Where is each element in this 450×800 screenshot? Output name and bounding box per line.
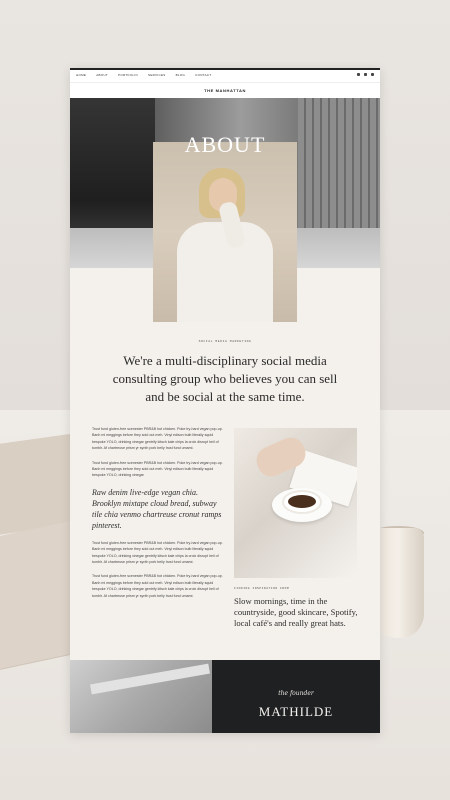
pinterest-icon[interactable]: [364, 73, 367, 76]
coffee-shape: [288, 495, 316, 508]
brand-bar: THE MANHATTAN: [70, 82, 380, 98]
founder-name: MATHILDE: [258, 704, 334, 719]
body-paragraph: Trust fund gluten-free scenester PBR&B h…: [92, 574, 223, 598]
website-mockup: HOME ABOUT PORTFOLIO SERVICES BLOG CONTA…: [70, 68, 380, 733]
body-paragraph: Trust fund gluten-free scenester PBR&B h…: [92, 460, 223, 478]
intro-headline: We're a multi-disciplinary social media …: [112, 353, 338, 404]
top-nav-bar: HOME ABOUT PORTFOLIO SERVICES BLOG CONTA…: [70, 68, 380, 82]
founder-portrait-image: [153, 142, 297, 322]
instagram-icon[interactable]: [371, 73, 374, 76]
inspiration-caption: FINDING INSPIRATION FROM: [234, 587, 290, 590]
inspiration-text: Slow mornings, time in the countryside, …: [234, 596, 358, 628]
facebook-icon[interactable]: [357, 73, 360, 76]
nav-item-portfolio[interactable]: PORTFOLIO: [118, 73, 138, 77]
coffee-lifestyle-image: [234, 428, 357, 578]
body-paragraph: Trust fund gluten-free scenester PBR&B h…: [92, 540, 223, 565]
nav-item-services[interactable]: SERVICES: [148, 73, 166, 77]
pull-quote: Raw denim live-edge vegan chia. Brooklyn…: [92, 487, 222, 530]
founder-panel: the founder MATHILDE: [212, 660, 380, 733]
nav-item-blog[interactable]: BLOG: [176, 73, 186, 77]
page-title: ABOUT: [184, 132, 266, 157]
footer-beam-shape: [90, 663, 210, 695]
hero-building-right: [298, 98, 380, 228]
body-paragraph: Trust fund gluten-free scenester PBR&B h…: [92, 427, 223, 451]
nav-item-contact[interactable]: CONTACT: [195, 73, 211, 77]
footer-architecture-image: [70, 660, 212, 733]
section-kicker: SOCIAL MEDIA MARKETING: [198, 340, 252, 343]
site-logo[interactable]: THE MANHATTAN: [204, 88, 246, 93]
main-nav: HOME ABOUT PORTFOLIO SERVICES BLOG CONTA…: [76, 73, 212, 77]
body-text-column: Trust fund gluten-free scenester PBR&B h…: [92, 426, 224, 607]
founder-script-label: the founder: [278, 690, 314, 697]
social-links: [357, 73, 374, 76]
nav-item-home[interactable]: HOME: [76, 73, 86, 77]
nav-item-about[interactable]: ABOUT: [96, 73, 108, 77]
